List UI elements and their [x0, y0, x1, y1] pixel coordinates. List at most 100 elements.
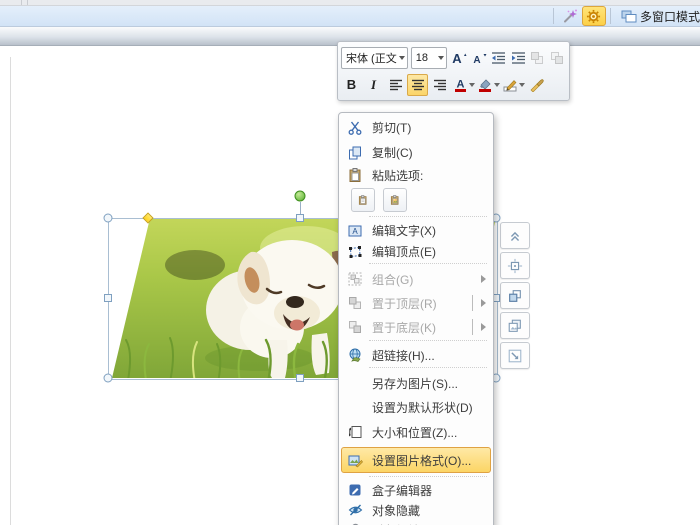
send-backward-icon — [550, 51, 564, 65]
rotate-handle-stem — [300, 202, 301, 214]
resize-object-button[interactable] — [500, 342, 530, 369]
menu-item-paste-options: 粘贴选项: — [339, 165, 493, 185]
submenu-arrow-icon — [481, 275, 486, 283]
decrease-indent-button[interactable] — [490, 47, 508, 69]
align-left-button[interactable] — [385, 74, 406, 96]
bring-forward-button[interactable] — [528, 47, 546, 69]
svg-text:A: A — [473, 55, 480, 65]
menu-item-label: 编辑文字(X) — [372, 222, 436, 239]
collapse-panel-button[interactable] — [500, 222, 530, 249]
font-color-button[interactable]: A — [451, 74, 469, 96]
app-window: 多窗口模式 — [0, 0, 700, 525]
object-tools-panel — [500, 222, 530, 369]
tab-divider — [21, 0, 22, 5]
svg-text:A: A — [456, 78, 464, 90]
increase-indent-button[interactable] — [509, 47, 527, 69]
mini-toolbar-row-2: B I — [341, 71, 566, 98]
send-to-back-icon — [346, 320, 364, 334]
hide-object-eye-icon — [346, 503, 364, 517]
font-size-select[interactable]: 18 — [411, 47, 447, 69]
align-center-icon — [411, 79, 425, 91]
menu-item-save-as-picture[interactable]: 另存为图片(S)... — [339, 371, 493, 395]
resize-handle-top[interactable] — [296, 214, 304, 222]
shrink-font-button[interactable]: A — [470, 47, 488, 69]
font-color-split-button[interactable]: A — [451, 74, 475, 96]
tab-divider — [27, 0, 28, 5]
rotate-handle[interactable] — [295, 191, 306, 202]
paste-text-icon — [358, 192, 368, 208]
align-right-button[interactable] — [429, 74, 450, 96]
svg-text:A: A — [453, 51, 463, 65]
resize-handle-bottom[interactable] — [296, 374, 304, 382]
menu-item-group: 组合(G) — [339, 267, 493, 291]
menu-item-lock-object[interactable]: 对象加锁 — [339, 520, 493, 525]
resize-handle-bottom-left[interactable] — [104, 374, 113, 383]
format-picture-icon — [346, 453, 364, 468]
paste-as-picture-button[interactable] — [383, 188, 407, 212]
menu-item-label: 对象隐藏 — [372, 502, 420, 519]
grow-font-button[interactable]: A — [451, 47, 469, 69]
edit-points-icon — [346, 245, 364, 259]
center-position-button[interactable] — [500, 252, 530, 279]
box-editor-icon — [346, 483, 364, 497]
menu-item-label: 大小和位置(Z)... — [372, 424, 457, 441]
center-position-icon — [507, 257, 523, 275]
menu-item-format-picture[interactable]: 设置图片格式(O)... — [339, 445, 493, 475]
resize-handle-top-left[interactable] — [104, 214, 113, 223]
magic-wand-button[interactable] — [558, 6, 582, 26]
size-position-icon — [346, 425, 364, 439]
paste-options-label: 粘贴选项: — [372, 167, 423, 184]
menu-item-edit-text[interactable]: A 编辑文字(X) — [339, 220, 493, 241]
menu-item-hide-object[interactable]: 对象隐藏 — [339, 500, 493, 520]
layer-images-button[interactable] — [500, 312, 530, 339]
menu-item-box-editor[interactable]: 盒子编辑器 — [339, 480, 493, 500]
settings-gear-button[interactable] — [582, 6, 606, 26]
bold-glyph: B — [347, 77, 356, 92]
highlight-bucket-icon — [478, 78, 492, 92]
shrink-font-icon: A — [472, 50, 488, 65]
menu-item-label: 另存为图片(S)... — [372, 375, 458, 392]
toolbar-divider — [553, 8, 554, 24]
chevron-down-icon — [399, 56, 405, 60]
magic-wand-icon — [562, 8, 578, 24]
align-center-button[interactable] — [407, 74, 428, 96]
font-name-select[interactable]: 宋体 (正文 — [341, 47, 408, 69]
menu-item-hyperlink[interactable]: 超链接(H)... — [339, 344, 493, 366]
format-painter-button[interactable] — [526, 74, 547, 96]
gear-icon — [586, 9, 601, 24]
stacked-images-icon — [507, 317, 523, 335]
highlight-color-split-button[interactable] — [476, 74, 500, 96]
menu-item-copy[interactable]: 复制(C) — [339, 140, 493, 165]
multi-window-label[interactable]: 多窗口模式 — [640, 8, 700, 25]
chevron-down-icon — [494, 83, 500, 87]
bold-button[interactable]: B — [341, 74, 362, 96]
toolbar-divider — [610, 8, 611, 24]
outline-color-split-button[interactable] — [501, 74, 525, 96]
page-edge-line — [10, 57, 11, 525]
bring-to-front-icon — [346, 296, 364, 310]
menu-item-label: 组合(G) — [372, 271, 413, 288]
paste-keep-text-button[interactable] — [351, 188, 375, 212]
outline-pencil-icon — [503, 78, 517, 92]
mini-toolbar-row-1: 宋体 (正文 18 A A — [341, 44, 566, 71]
top-toolbar-band: 多窗口模式 — [0, 6, 700, 27]
highlight-color-button[interactable] — [476, 74, 494, 96]
italic-button[interactable]: I — [363, 74, 384, 96]
bring-forward-icon — [530, 51, 544, 65]
menu-item-bring-to-front: 置于顶层(R) — [339, 291, 493, 315]
send-backward-button[interactable] — [548, 47, 566, 69]
chevron-down-icon — [438, 56, 444, 60]
resize-handle-left[interactable] — [104, 294, 112, 302]
chevron-down-icon — [469, 83, 475, 87]
menu-item-size-and-position[interactable]: 大小和位置(Z)... — [339, 419, 493, 445]
grow-font-icon: A — [452, 50, 468, 65]
split-divider — [472, 295, 473, 311]
italic-glyph: I — [371, 77, 376, 93]
wrap-order-button[interactable] — [500, 282, 530, 309]
outline-color-button[interactable] — [501, 74, 519, 96]
menu-item-cut[interactable]: 剪切(T) — [339, 115, 493, 140]
menu-item-label: 复制(C) — [372, 144, 413, 161]
menu-item-set-default-shape[interactable]: 设置为默认形状(D) — [339, 395, 493, 419]
diagonal-arrow-icon — [507, 347, 523, 365]
menu-item-edit-points[interactable]: 编辑顶点(E) — [339, 241, 493, 262]
